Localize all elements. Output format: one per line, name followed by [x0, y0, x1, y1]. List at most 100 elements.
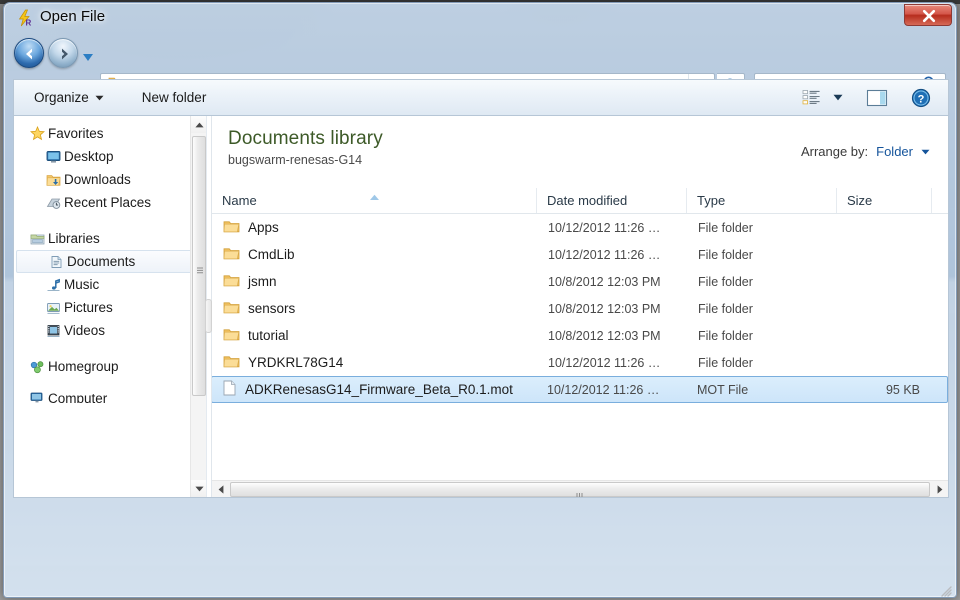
sidebar-scrollbar[interactable]	[190, 116, 206, 497]
column-label: Size	[847, 193, 873, 208]
column-label: Date modified	[547, 193, 628, 208]
column-header-size[interactable]: Size	[837, 188, 932, 213]
column-header-date-modified[interactable]: Date modified	[537, 188, 687, 213]
sidebar-item-label: Homegroup	[48, 359, 119, 374]
sidebar-item-label: Libraries	[48, 231, 100, 246]
new-folder-button[interactable]: New folder	[132, 86, 217, 109]
sidebar-item-label: Documents	[67, 254, 136, 269]
arrange-by-control: Arrange by: Folder	[801, 144, 930, 159]
sidebar-item-homegroup[interactable]: Homegroup	[14, 355, 206, 378]
chevron-right-icon	[937, 484, 942, 494]
svg-text:?: ?	[918, 93, 925, 105]
sidebar-item-music[interactable]: Music	[14, 273, 206, 296]
libraries-icon	[26, 232, 48, 246]
file-list-horizontal-scrollbar[interactable]	[212, 480, 948, 497]
sidebar-item-label: Downloads	[64, 172, 131, 187]
organize-button[interactable]: Organize	[24, 86, 114, 109]
sidebar-item-libraries[interactable]: Libraries	[14, 227, 206, 250]
file-name-label: tutorial	[248, 328, 289, 343]
table-row[interactable]: CmdLib 10/12/2012 11:26 … File folder	[212, 241, 948, 268]
chevron-down-icon[interactable]	[921, 149, 930, 155]
type-cell: File folder	[698, 247, 753, 262]
sidebar-item-downloads[interactable]: Downloads	[14, 168, 206, 191]
horizontal-scrollbar-thumb[interactable]	[230, 481, 930, 497]
open-file-dialog: R Open File Organize New folder ? Favori…	[3, 2, 957, 598]
sidebar-item-documents[interactable]: Documents	[16, 250, 200, 273]
file-name-cell: YRDKRL78G14	[213, 354, 538, 372]
table-row[interactable]: ADKRenesasG14_Firmware_Beta_R0.1.mot 10/…	[212, 376, 948, 403]
star-icon	[26, 126, 48, 141]
help-icon: ?	[911, 88, 931, 107]
date-modified-cell: 10/8/2012 12:03 PM	[548, 301, 661, 316]
table-row[interactable]: Apps 10/12/2012 11:26 … File folder	[212, 214, 948, 241]
recent-pages-button[interactable]	[82, 49, 94, 61]
views-button[interactable]	[796, 85, 826, 111]
sidebar-item-recent-places[interactable]: Recent Places	[14, 191, 206, 214]
sidebar-item-pictures[interactable]: Pictures	[14, 296, 206, 319]
sidebar-scrollbar-thumb[interactable]	[192, 136, 206, 396]
table-row[interactable]: jsmn 10/8/2012 12:03 PM File folder	[212, 268, 948, 295]
command-bar-right-group: ?	[796, 85, 948, 111]
sidebar-item-label: Desktop	[64, 149, 114, 164]
forward-button[interactable]	[48, 38, 78, 68]
downloads-icon	[42, 173, 64, 187]
scrollbar-grip-icon	[576, 487, 584, 497]
homegroup-icon	[26, 360, 48, 374]
table-row[interactable]: sensors 10/8/2012 12:03 PM File folder	[212, 295, 948, 322]
window-title: Open File	[40, 8, 106, 25]
dialog-footer: File name: ADKRenesasG14_Firmware_Beta_R…	[4, 500, 956, 597]
chevron-left-icon	[218, 484, 223, 494]
table-row[interactable]: tutorial 10/8/2012 12:03 PM File folder	[212, 322, 948, 349]
date-modified-cell: 10/12/2012 11:26 …	[547, 382, 660, 397]
close-button[interactable]	[904, 4, 952, 26]
sort-ascending-icon	[369, 189, 380, 204]
folder-icon	[223, 327, 240, 345]
back-arrow-icon	[26, 48, 32, 60]
preview-pane-button[interactable]	[862, 85, 892, 111]
file-name-cell: tutorial	[213, 327, 538, 345]
scrollbar-grip-icon	[197, 262, 203, 274]
file-name-cell: ADKRenesasG14_Firmware_Beta_R0.1.mot	[212, 380, 537, 399]
navigation-pane: Favorites Desktop Downloads Recent Place…	[14, 116, 207, 497]
back-button[interactable]	[14, 38, 44, 68]
library-header: Documents library bugswarm-renesas-G14	[212, 116, 948, 167]
recent-places-icon	[42, 196, 64, 210]
type-cell: File folder	[698, 220, 753, 235]
column-header-name[interactable]: Name	[212, 188, 537, 213]
organize-label: Organize	[34, 90, 89, 105]
forward-arrow-icon	[62, 48, 68, 60]
file-name-label: jsmn	[248, 274, 277, 289]
scroll-up-button[interactable]	[191, 116, 206, 133]
splitter-grip[interactable]	[205, 299, 212, 333]
sidebar-item-computer[interactable]: Computer	[14, 391, 206, 403]
scroll-left-button[interactable]	[212, 481, 229, 498]
date-modified-cell: 10/12/2012 11:26 …	[548, 355, 661, 370]
sidebar-item-favorites[interactable]: Favorites	[14, 122, 206, 145]
type-cell: File folder	[698, 355, 753, 370]
type-cell: File folder	[698, 328, 753, 343]
help-button[interactable]: ?	[906, 85, 936, 111]
sidebar-item-desktop[interactable]: Desktop	[14, 145, 206, 168]
document-file-icon	[222, 380, 237, 399]
sidebar-item-label: Recent Places	[64, 195, 152, 210]
scroll-right-button[interactable]	[931, 481, 948, 498]
column-header-type[interactable]: Type	[687, 188, 837, 213]
file-name-cell: CmdLib	[213, 246, 538, 264]
computer-icon	[26, 391, 48, 403]
table-row[interactable]: YRDKRL78G14 10/12/2012 11:26 … File fold…	[212, 349, 948, 376]
sidebar-item-videos[interactable]: Videos	[14, 319, 206, 342]
file-list-pane: Documents library bugswarm-renesas-G14 A…	[212, 116, 948, 497]
command-bar: Organize New folder ?	[13, 79, 949, 115]
sidebar-item-label: Music	[64, 277, 100, 292]
file-name-label: sensors	[248, 301, 296, 316]
navigation-list: Favorites Desktop Downloads Recent Place…	[14, 116, 206, 403]
scroll-down-button[interactable]	[191, 480, 206, 497]
arrange-by-value[interactable]: Folder	[876, 144, 913, 159]
resize-grip-icon[interactable]	[940, 584, 952, 597]
date-modified-cell: 10/8/2012 12:03 PM	[548, 328, 661, 343]
folder-icon	[223, 219, 240, 237]
views-dropdown-button[interactable]	[828, 85, 848, 111]
renesas-flash-icon: R	[16, 9, 34, 28]
